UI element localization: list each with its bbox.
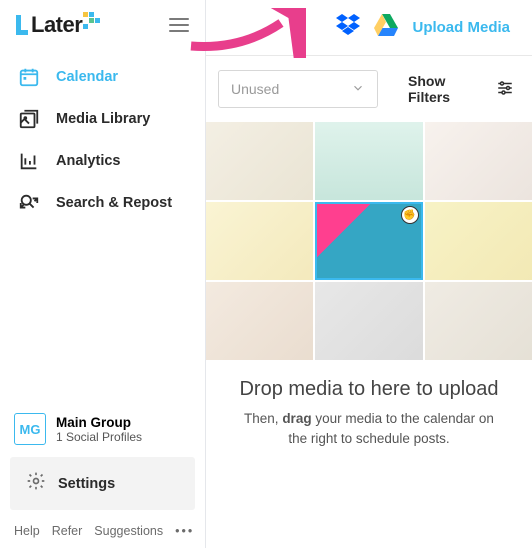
chevron-down-icon (351, 81, 365, 98)
logo-pixels (83, 12, 100, 29)
grab-cursor-icon: ✊ (401, 206, 419, 224)
analytics-icon (18, 150, 40, 172)
footer-links: Help Refer Suggestions ••• (0, 518, 205, 548)
media-library-icon (18, 108, 40, 130)
media-grid[interactable]: ✊ (206, 122, 532, 360)
google-drive-icon[interactable] (374, 14, 398, 41)
group-sub: 1 Social Profiles (56, 430, 142, 444)
dropzone-subtitle: Then, drag your media to the calendar on… (206, 409, 532, 450)
media-cell[interactable] (206, 282, 313, 360)
media-cell[interactable] (425, 202, 532, 280)
group-badge: MG (14, 413, 46, 445)
settings-button[interactable]: Settings (10, 457, 195, 510)
nav-item-calendar[interactable]: Calendar (10, 56, 195, 98)
group-meta: Main Group 1 Social Profiles (56, 415, 142, 444)
nav-item-analytics[interactable]: Analytics (10, 140, 195, 182)
media-cell[interactable] (206, 122, 313, 200)
logo[interactable]: Later (16, 12, 100, 38)
dropdown-value: Unused (231, 81, 279, 97)
group-selector[interactable]: MG Main Group 1 Social Profiles (0, 401, 205, 457)
nav-label: Analytics (56, 153, 120, 169)
media-cell[interactable] (425, 122, 532, 200)
nav-item-media-library[interactable]: Media Library (10, 98, 195, 140)
sidebar: Later Calendar Media Library A (0, 0, 206, 548)
media-cell[interactable] (315, 282, 422, 360)
footer-help[interactable]: Help (14, 524, 40, 538)
media-cell[interactable] (206, 202, 313, 280)
main: Upload Media Unused Show Filters ✊ Drop … (206, 0, 532, 548)
dropzone-title: Drop media to here to upload (206, 360, 532, 409)
logo-mark (16, 15, 28, 35)
calendar-icon (18, 66, 40, 88)
dropbox-icon[interactable] (336, 14, 360, 41)
settings-label: Settings (58, 476, 115, 492)
nav-label: Search & Repost (56, 195, 172, 211)
gear-icon (26, 471, 46, 496)
show-filters-label: Show Filters (408, 73, 488, 105)
topbar: Upload Media (206, 0, 532, 56)
nav: Calendar Media Library Analytics Search … (0, 48, 205, 224)
filters-icon (496, 79, 514, 100)
sidebar-header: Later (0, 0, 205, 48)
footer-more[interactable]: ••• (175, 524, 194, 538)
controls-row: Unused Show Filters (206, 56, 532, 122)
media-cell-selected[interactable]: ✊ (315, 202, 422, 280)
media-cell[interactable] (315, 122, 422, 200)
logo-text: Later (31, 12, 82, 38)
nav-item-search-repost[interactable]: Search & Repost (10, 182, 195, 224)
show-filters-button[interactable]: Show Filters (408, 73, 514, 105)
menu-toggle[interactable] (169, 18, 189, 32)
search-repost-icon (18, 192, 40, 214)
footer-suggestions[interactable]: Suggestions (94, 524, 163, 538)
sidebar-bottom: MG Main Group 1 Social Profiles Settings… (0, 401, 205, 548)
filter-dropdown[interactable]: Unused (218, 70, 378, 108)
footer-refer[interactable]: Refer (52, 524, 83, 538)
nav-label: Calendar (56, 69, 118, 85)
media-cell[interactable] (425, 282, 532, 360)
upload-media-link[interactable]: Upload Media (412, 19, 510, 36)
nav-label: Media Library (56, 111, 150, 127)
group-name: Main Group (56, 415, 142, 430)
